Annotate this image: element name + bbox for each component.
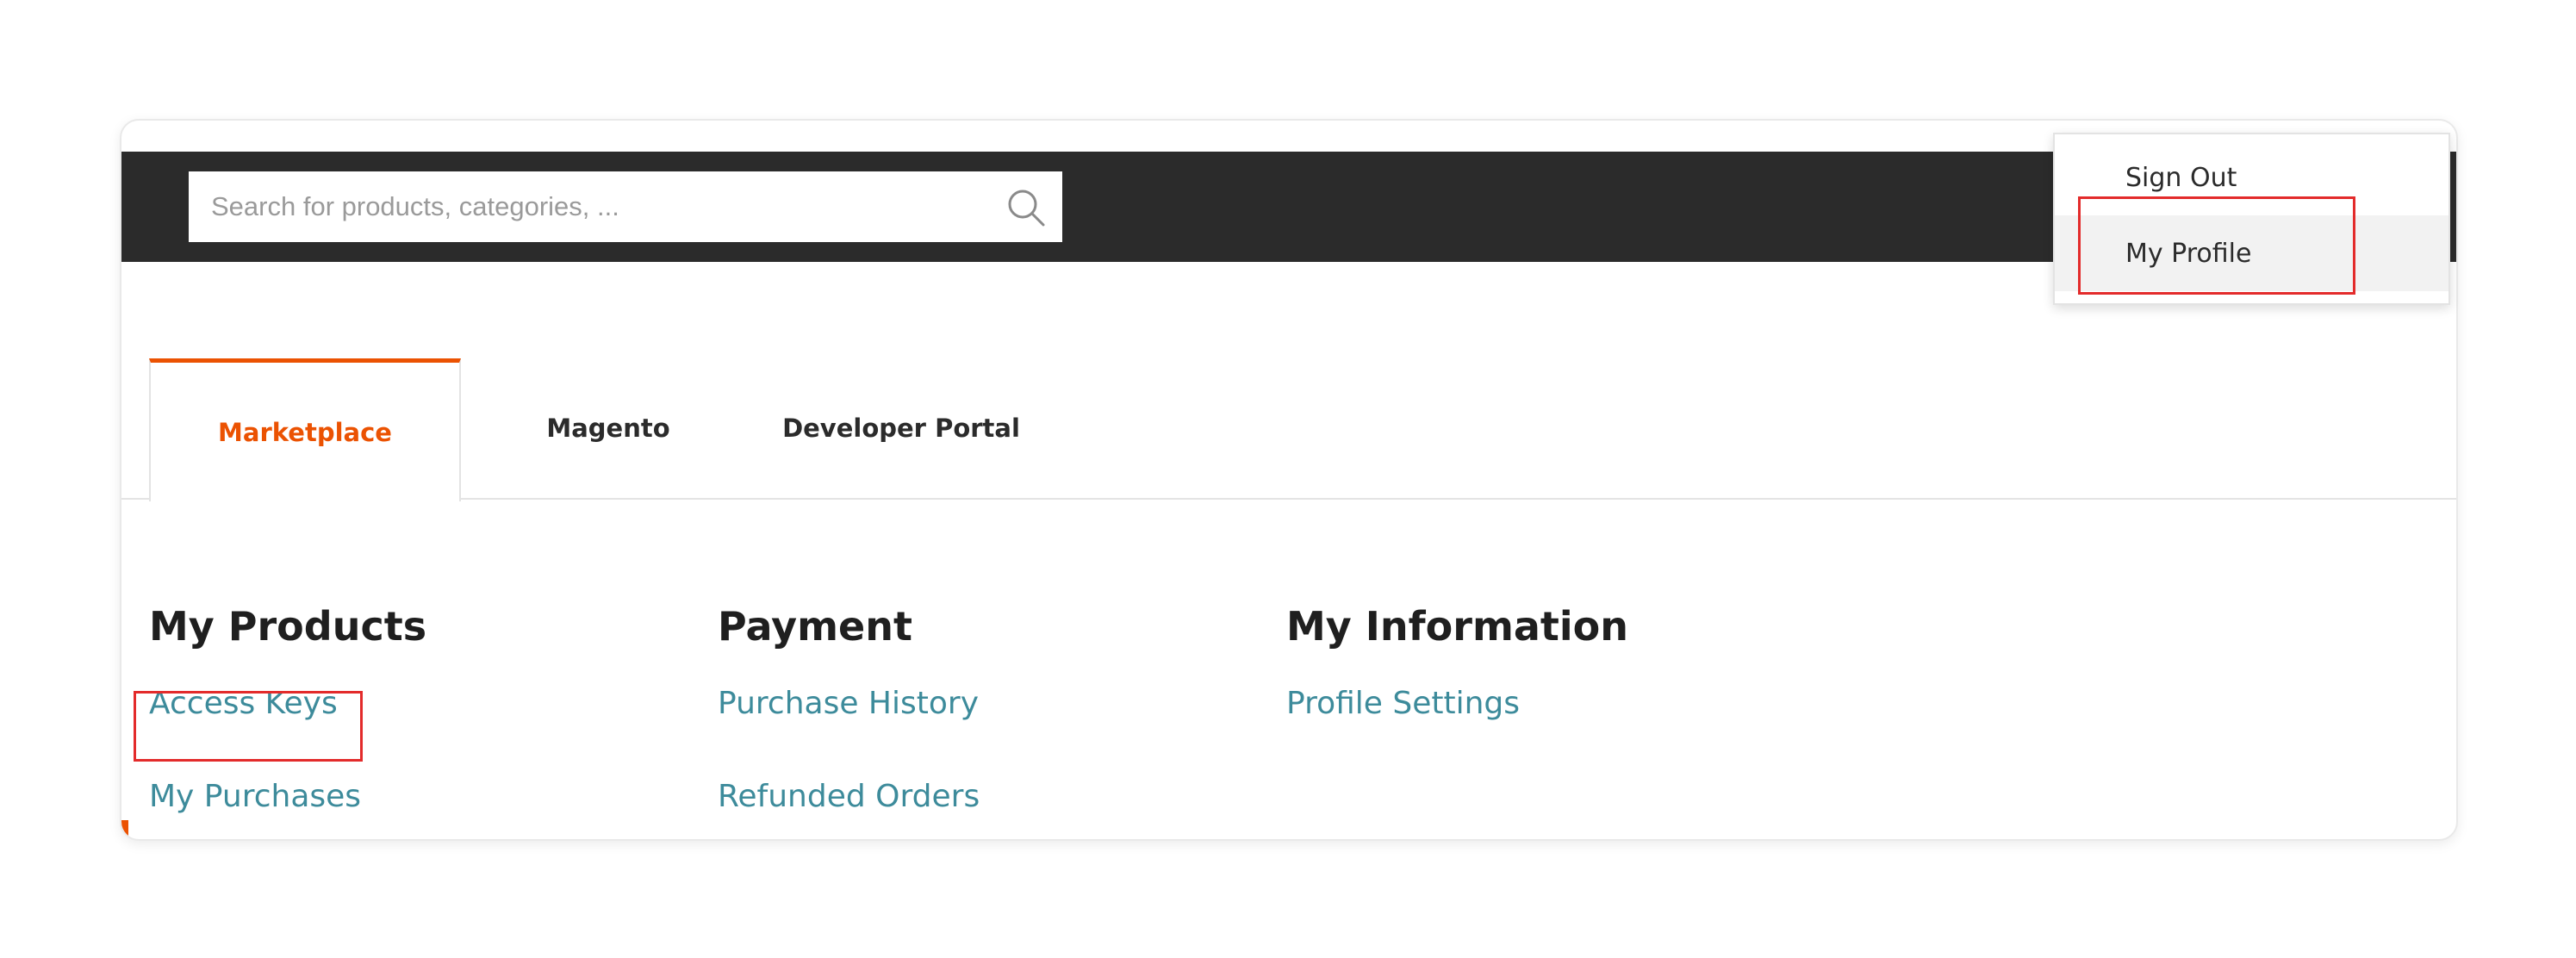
menu-item-my-profile[interactable]: My Profile [2055,215,2448,291]
search-input[interactable] [189,171,990,242]
menu-item-sign-out[interactable]: Sign Out [2055,140,2448,215]
link-purchase-history[interactable]: Purchase History [718,686,979,721]
section-heading-my-products: My Products [149,603,427,650]
tab-magento[interactable]: Magento [511,358,706,498]
link-profile-settings[interactable]: Profile Settings [1286,686,1520,721]
link-refunded-orders[interactable]: Refunded Orders [718,779,980,814]
link-access-keys[interactable]: Access Keys [149,686,338,721]
tab-marketplace[interactable]: Marketplace [149,358,461,501]
account-dropdown-menu: Sign Out My Profile [2053,133,2450,305]
link-my-purchases[interactable]: My Purchases [149,779,361,814]
section-heading-my-information: My Information [1286,603,1629,650]
section-heading-payment: Payment [718,603,912,650]
search-icon[interactable] [1004,185,1048,230]
search-box [189,171,1062,242]
product-tabs: Marketplace Magento Developer Portal [121,358,2456,501]
tab-developer-portal[interactable]: Developer Portal [759,358,1043,498]
active-item-marker [121,820,128,839]
